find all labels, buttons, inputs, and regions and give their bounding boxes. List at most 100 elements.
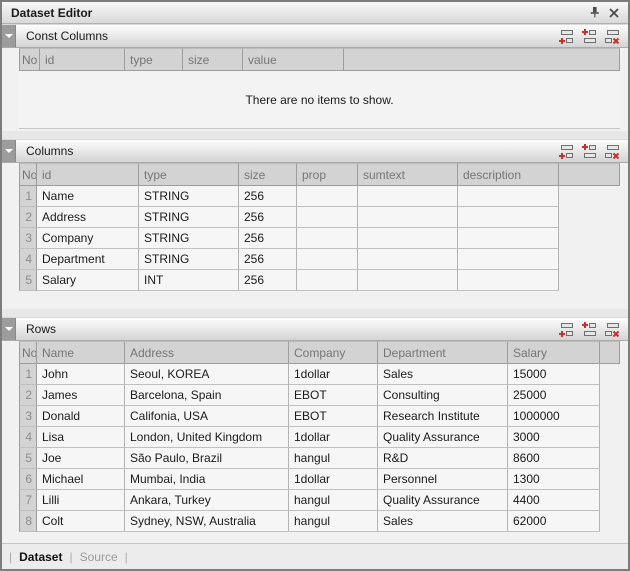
grid-cell-salary[interactable]: 62000: [508, 511, 600, 532]
grid-cell-department[interactable]: Research Institute: [378, 406, 508, 427]
grid-cell-name[interactable]: Colt: [37, 511, 125, 532]
grid-cell-type[interactable]: STRING: [139, 249, 239, 270]
grid-cell-department[interactable]: Sales: [378, 364, 508, 385]
row-number[interactable]: 8: [19, 511, 37, 532]
grid-cell-company[interactable]: 1dollar: [289, 364, 378, 385]
grid-cell-salary[interactable]: 1000000: [508, 406, 600, 427]
grid-cell-prop[interactable]: [297, 186, 358, 207]
grid-cell-sumtext[interactable]: [358, 228, 458, 249]
add-row-button[interactable]: [557, 321, 575, 337]
grid-cell-salary[interactable]: 25000: [508, 385, 600, 406]
grid-cell-size[interactable]: 256: [239, 207, 297, 228]
add-row-button[interactable]: [557, 143, 575, 159]
grid-cell-company[interactable]: 1dollar: [289, 427, 378, 448]
insert-row-button[interactable]: [580, 143, 598, 159]
grid-cell-address[interactable]: Seoul, KOREA: [125, 364, 289, 385]
grid-cell-department[interactable]: Quality Assurance: [378, 490, 508, 511]
grid-cell-id[interactable]: Department: [37, 249, 139, 270]
column-header-size[interactable]: size: [183, 48, 243, 71]
grid-cell-name[interactable]: James: [37, 385, 125, 406]
column-header-size[interactable]: size: [239, 163, 297, 186]
grid-cell-id[interactable]: Company: [37, 228, 139, 249]
tab-source[interactable]: Source: [80, 550, 118, 564]
add-row-button[interactable]: [557, 28, 575, 44]
column-header-type[interactable]: type: [139, 163, 239, 186]
grid-cell-name[interactable]: Michael: [37, 469, 125, 490]
grid-cell-salary[interactable]: 4400: [508, 490, 600, 511]
grid-cell-description[interactable]: [458, 207, 559, 228]
row-number[interactable]: 5: [19, 448, 37, 469]
grid-cell-prop[interactable]: [297, 270, 358, 291]
grid-cell-description[interactable]: [458, 186, 559, 207]
grid-cell-address[interactable]: Califonia, USA: [125, 406, 289, 427]
row-number[interactable]: 2: [19, 385, 37, 406]
collapse-button[interactable]: [2, 318, 16, 340]
column-header-type[interactable]: type: [125, 48, 183, 71]
grid-cell-id[interactable]: Address: [37, 207, 139, 228]
insert-row-button[interactable]: [580, 321, 598, 337]
grid-cell-address[interactable]: Mumbai, India: [125, 469, 289, 490]
column-header-id[interactable]: id: [37, 163, 139, 186]
grid-cell-sumtext[interactable]: [358, 249, 458, 270]
delete-row-button[interactable]: [603, 321, 621, 337]
grid-cell-salary[interactable]: 8600: [508, 448, 600, 469]
grid-cell-company[interactable]: hangul: [289, 448, 378, 469]
column-header-address[interactable]: Address: [125, 341, 289, 364]
grid-cell-description[interactable]: [458, 228, 559, 249]
insert-row-button[interactable]: [580, 28, 598, 44]
column-header-no[interactable]: No: [19, 341, 37, 364]
row-number[interactable]: 6: [19, 469, 37, 490]
grid-cell-name[interactable]: Joe: [37, 448, 125, 469]
grid-cell-sumtext[interactable]: [358, 207, 458, 228]
grid-cell-description[interactable]: [458, 249, 559, 270]
row-number[interactable]: 4: [19, 249, 37, 270]
grid-cell-department[interactable]: Quality Assurance: [378, 427, 508, 448]
grid-cell-size[interactable]: 256: [239, 270, 297, 291]
grid-cell-size[interactable]: 256: [239, 186, 297, 207]
grid-cell-address[interactable]: London, United Kingdom: [125, 427, 289, 448]
collapse-button[interactable]: [2, 140, 16, 162]
grid-cell-address[interactable]: Sydney, NSW, Australia: [125, 511, 289, 532]
column-header-no[interactable]: No: [19, 163, 37, 186]
grid-cell-sumtext[interactable]: [358, 270, 458, 291]
grid-cell-prop[interactable]: [297, 249, 358, 270]
grid-cell-name[interactable]: Lilli: [37, 490, 125, 511]
grid-cell-size[interactable]: 256: [239, 249, 297, 270]
close-button[interactable]: [604, 4, 623, 21]
grid-cell-type[interactable]: INT: [139, 270, 239, 291]
grid-cell-salary[interactable]: 1300: [508, 469, 600, 490]
column-header-company[interactable]: Company: [289, 341, 378, 364]
row-number[interactable]: 1: [19, 186, 37, 207]
delete-row-button[interactable]: [603, 28, 621, 44]
grid-cell-company[interactable]: EBOT: [289, 385, 378, 406]
row-number[interactable]: 2: [19, 207, 37, 228]
column-header-name[interactable]: Name: [37, 341, 125, 364]
row-number[interactable]: 3: [19, 228, 37, 249]
grid-cell-size[interactable]: 256: [239, 228, 297, 249]
grid-cell-company[interactable]: hangul: [289, 490, 378, 511]
row-number[interactable]: 3: [19, 406, 37, 427]
delete-row-button[interactable]: [603, 143, 621, 159]
column-header-salary[interactable]: Salary: [508, 341, 600, 364]
grid-cell-id[interactable]: Salary: [37, 270, 139, 291]
row-number[interactable]: 5: [19, 270, 37, 291]
grid-cell-type[interactable]: STRING: [139, 186, 239, 207]
column-header-department[interactable]: Department: [378, 341, 508, 364]
grid-cell-prop[interactable]: [297, 207, 358, 228]
column-header-value[interactable]: value: [243, 48, 344, 71]
grid-cell-prop[interactable]: [297, 228, 358, 249]
grid-cell-type[interactable]: STRING: [139, 207, 239, 228]
grid-cell-company[interactable]: hangul: [289, 511, 378, 532]
collapse-button[interactable]: [2, 25, 16, 47]
grid-cell-id[interactable]: Name: [37, 186, 139, 207]
row-number[interactable]: 7: [19, 490, 37, 511]
column-header-no[interactable]: No: [19, 48, 40, 71]
grid-cell-address[interactable]: São Paulo, Brazil: [125, 448, 289, 469]
grid-cell-address[interactable]: Barcelona, Spain: [125, 385, 289, 406]
grid-cell-sumtext[interactable]: [358, 186, 458, 207]
column-header-prop[interactable]: prop: [297, 163, 358, 186]
grid-cell-department[interactable]: Consulting: [378, 385, 508, 406]
grid-cell-salary[interactable]: 15000: [508, 364, 600, 385]
grid-cell-company[interactable]: EBOT: [289, 406, 378, 427]
grid-cell-name[interactable]: Lisa: [37, 427, 125, 448]
